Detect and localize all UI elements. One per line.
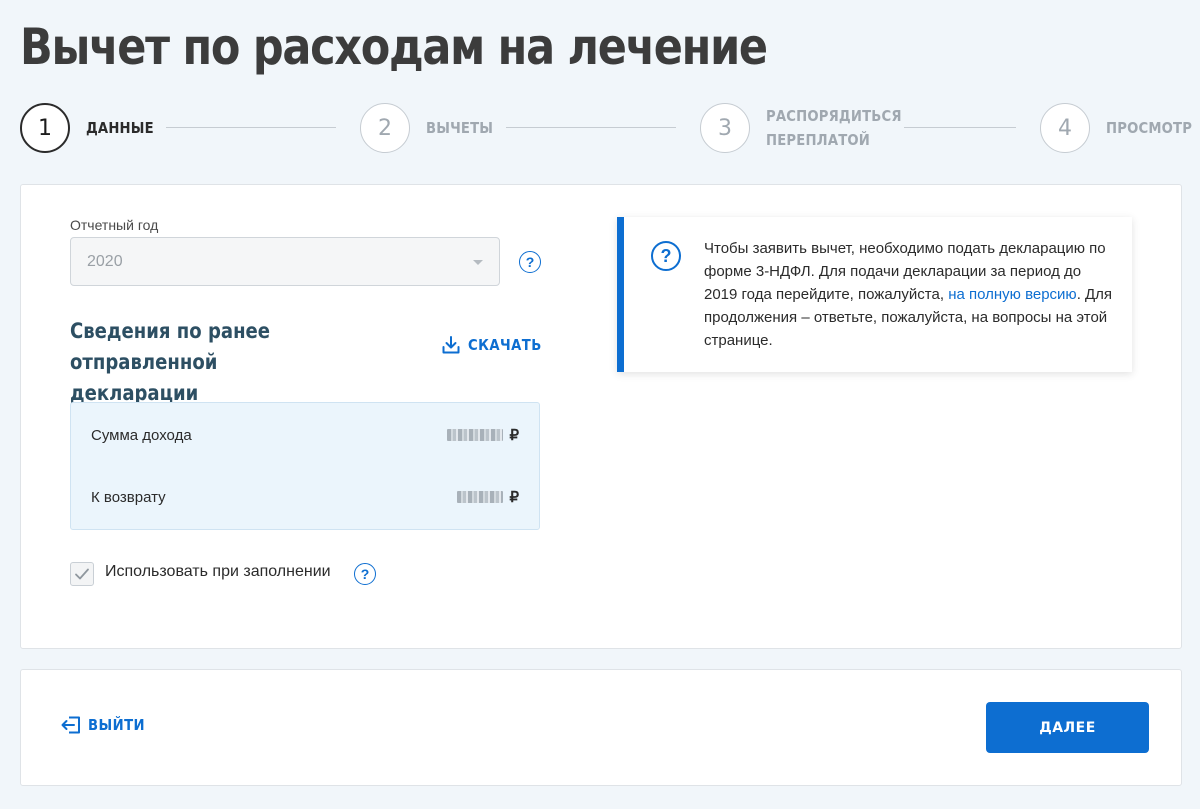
checkmark-icon	[75, 568, 89, 580]
footer-card: ВЫЙТИ ДАЛЕЕ	[20, 669, 1182, 786]
stepper: 1 ДАННЫЕ 2 ВЫЧЕТЫ 3 РАСПОРЯДИТЬСЯ ПЕРЕПЛ…	[20, 102, 1192, 154]
income-value: ₽	[447, 426, 519, 444]
step-4-label: ПРОСМОТР	[1106, 119, 1193, 137]
step-3-number: 3	[700, 103, 750, 153]
step-1[interactable]: 1 ДАННЫЕ	[20, 102, 163, 154]
refund-currency: ₽	[509, 489, 519, 506]
redacted-value	[447, 429, 504, 441]
exit-label: ВЫЙТИ	[88, 716, 146, 734]
step-connector	[166, 127, 336, 128]
full-version-link[interactable]: на полную версию	[948, 286, 1077, 303]
info-icon: ?	[651, 241, 681, 271]
step-3[interactable]: 3 РАСПОРЯДИТЬСЯ ПЕРЕПЛАТОЙ	[700, 102, 920, 154]
step-4-number: 4	[1040, 103, 1090, 153]
refund-label: К возврату	[91, 488, 166, 506]
income-label: Сумма дохода	[91, 426, 192, 444]
summary-row-refund: К возврату ₽	[91, 486, 519, 508]
page-title: Вычет по расходам на лечение	[20, 18, 768, 76]
download-label: СКАЧАТЬ	[468, 336, 542, 354]
year-select[interactable]: 2020	[70, 237, 500, 286]
main-card: Отчетный год 2020 ? Сведения по ранее от…	[20, 184, 1182, 649]
step-2[interactable]: 2 ВЫЧЕТЫ	[360, 102, 502, 154]
step-4[interactable]: 4 ПРОСМОТР	[1040, 102, 1200, 154]
use-checkbox-label[interactable]: Использовать при заполнении	[105, 563, 331, 581]
use-checkbox[interactable]	[70, 562, 94, 586]
step-2-number: 2	[360, 103, 410, 153]
section-title: Сведения по ранее отправленной деклараци…	[70, 319, 271, 405]
download-icon	[442, 336, 460, 354]
step-connector	[506, 127, 676, 128]
exit-icon	[61, 716, 80, 734]
next-button[interactable]: ДАЛЕЕ	[986, 702, 1149, 753]
step-connector	[904, 127, 1016, 128]
step-3-label-line1: РАСПОРЯДИТЬСЯ	[766, 107, 902, 125]
summary-row-income: Сумма дохода ₽	[91, 424, 519, 446]
redacted-value	[457, 491, 504, 503]
exit-button[interactable]: ВЫЙТИ	[61, 716, 153, 734]
income-currency: ₽	[509, 427, 519, 444]
chevron-down-icon	[473, 260, 483, 265]
info-text: Чтобы заявить вычет, необходимо подать д…	[704, 237, 1114, 352]
download-button[interactable]: СКАЧАТЬ	[442, 336, 552, 354]
help-icon[interactable]: ?	[354, 563, 376, 585]
info-box: ? Чтобы заявить вычет, необходимо подать…	[617, 217, 1132, 372]
help-icon[interactable]: ?	[519, 251, 541, 273]
year-select-value: 2020	[87, 253, 123, 270]
year-label: Отчетный год	[70, 217, 159, 233]
step-1-label: ДАННЫЕ	[86, 119, 154, 137]
step-3-label-line2: ПЕРЕПЛАТОЙ	[766, 131, 871, 149]
step-2-label: ВЫЧЕТЫ	[426, 119, 494, 137]
step-3-label: РАСПОРЯДИТЬСЯ ПЕРЕПЛАТОЙ	[766, 104, 902, 152]
refund-value: ₽	[457, 488, 519, 506]
declaration-summary: Сумма дохода ₽ К возврату ₽	[70, 402, 540, 530]
step-1-number: 1	[20, 103, 70, 153]
